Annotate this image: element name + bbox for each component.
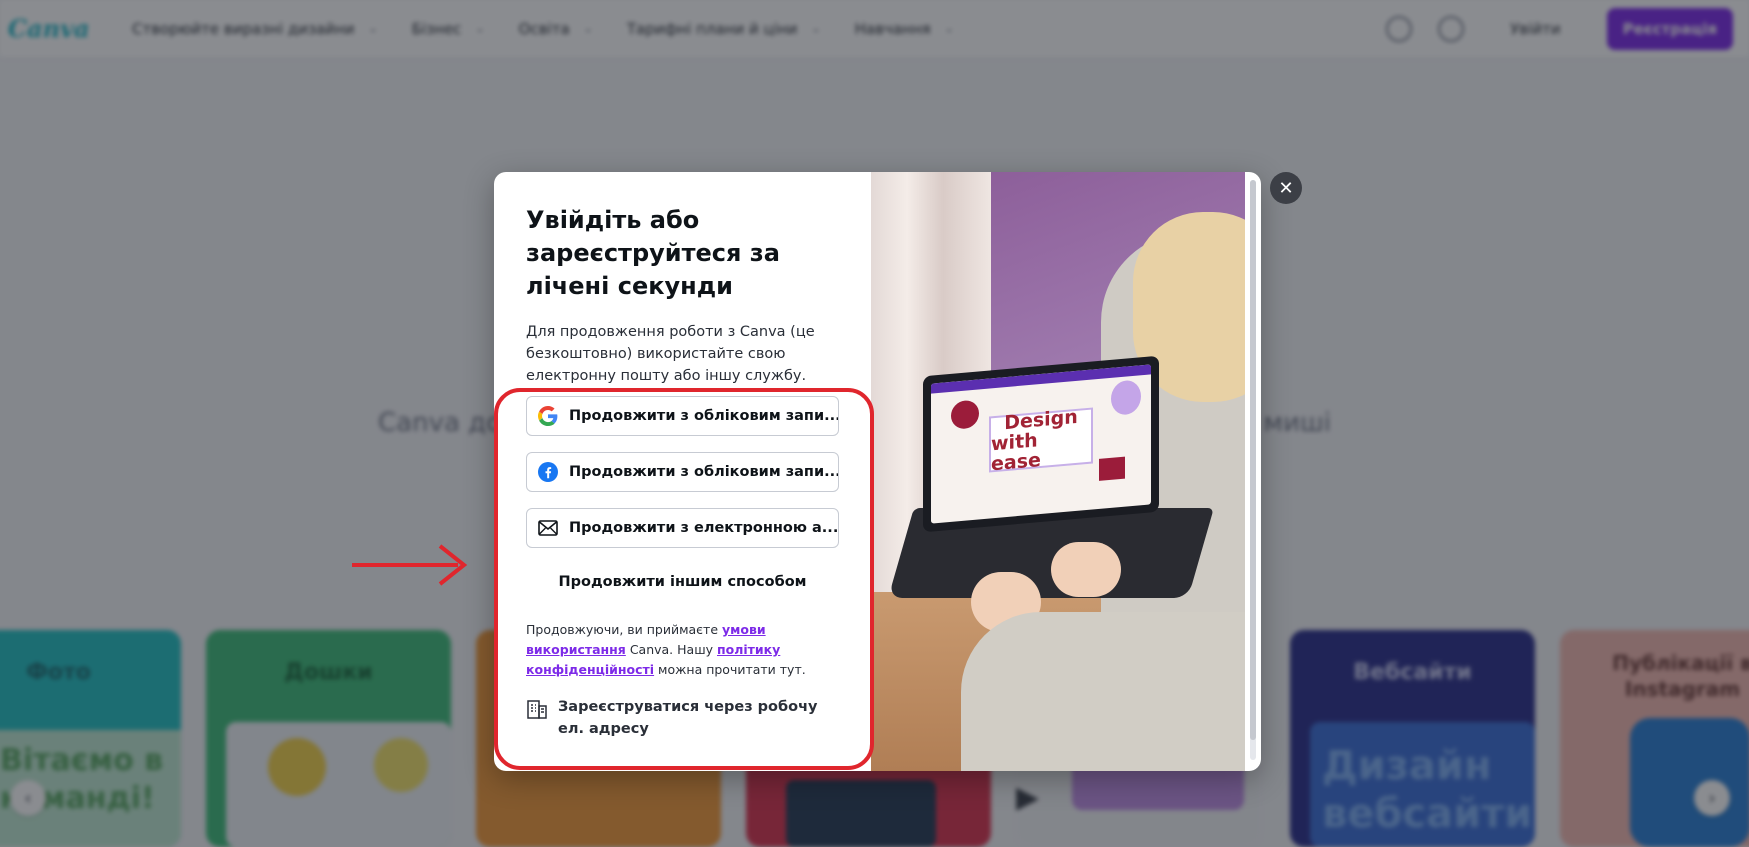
scrollbar-thumb[interactable]: [1250, 180, 1256, 740]
sleeve-graphic: [961, 612, 1245, 771]
design-with-ease-text: Design with ease: [989, 406, 1093, 475]
modal-scrollbar[interactable]: [1250, 180, 1256, 760]
laptop-screen-graphic: Design with ease: [923, 355, 1159, 533]
close-icon: ✕: [1278, 177, 1294, 199]
highlight-box: [494, 388, 874, 770]
modal-hero-image: Design with ease: [871, 172, 1245, 771]
modal-title: Увійдіть або зареєструйтеся за лічені се…: [526, 206, 780, 300]
hand-graphic: [1051, 542, 1121, 597]
annotation-arrow-icon: [352, 544, 468, 586]
close-modal-button[interactable]: ✕: [1270, 172, 1302, 204]
modal-description: Для продовження роботи з Canva (це безко…: [526, 324, 815, 384]
